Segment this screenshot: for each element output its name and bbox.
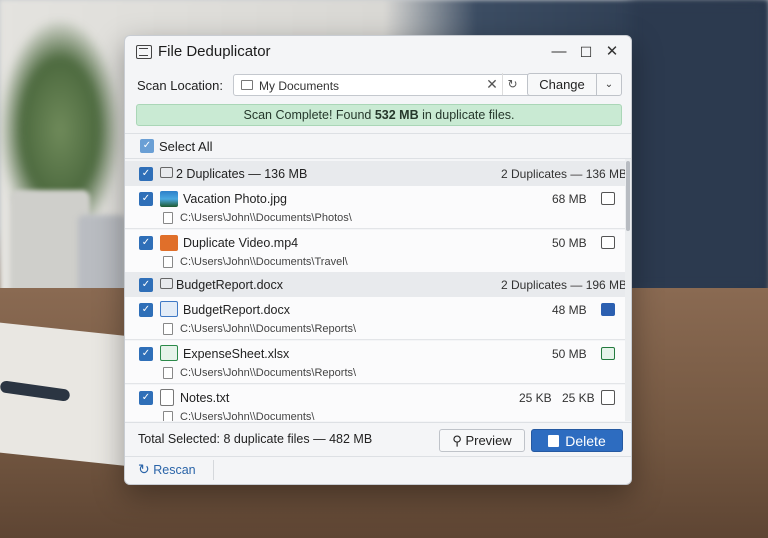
group-header[interactable]: ✓ BudgetReport.docx 2 Duplicates — 196 M… <box>125 272 625 297</box>
file-size: 48 MB <box>552 303 587 317</box>
duplicate-list[interactable]: ✓ 2 Duplicates — 136 MB 2 Duplicates — 1… <box>125 159 625 421</box>
file-size: 25 KB <box>519 391 552 405</box>
excel-icon[interactable] <box>601 347 615 360</box>
file-checkbox[interactable]: ✓ <box>139 192 153 206</box>
banner-prefix: Scan Complete! Found <box>243 108 375 122</box>
clear-path-button[interactable]: ✕ <box>482 73 502 95</box>
group-name: 2 Duplicates — 136 MB <box>176 167 308 181</box>
preview-label: Preview <box>465 433 512 448</box>
file-name: Notes.txt <box>180 391 230 405</box>
minimize-button[interactable]: — <box>548 42 570 62</box>
file-row[interactable]: ✓ Notes.txt 25 KB 25 KB C:\Users\John\\D… <box>125 385 625 421</box>
text-document-icon[interactable] <box>601 390 615 405</box>
divider <box>125 133 631 134</box>
title-bar: File Deduplicator — ☐ ✕ <box>125 36 631 68</box>
file-path: C:\Users\John\\Documents\Photos\ <box>180 212 352 224</box>
change-button[interactable]: Change <box>527 73 597 96</box>
refresh-icon: ↻ <box>138 461 150 477</box>
file-path: C:\Users\John\\Documents\ <box>180 411 315 421</box>
app-icon <box>136 45 152 59</box>
delete-label: Delete <box>565 433 606 449</box>
divider <box>213 460 214 480</box>
text-file-icon <box>160 389 174 406</box>
group-checkbox[interactable]: ✓ <box>139 278 153 292</box>
file-name: BudgetReport.docx <box>183 303 291 317</box>
divider <box>125 456 631 457</box>
list-scrollbar[interactable] <box>625 159 631 421</box>
preview-button[interactable]: ⚲ Preview <box>439 429 525 452</box>
refresh-icon[interactable]: ↻ <box>502 73 522 95</box>
file-checkbox[interactable]: ✓ <box>139 347 153 361</box>
scan-location-label: Scan Location: <box>137 78 224 93</box>
image-file-icon <box>160 191 178 207</box>
app-window: File Deduplicator — ☐ ✕ Scan Location: M… <box>124 35 632 485</box>
excel-file-icon <box>160 345 178 361</box>
path-file-icon <box>163 367 173 379</box>
file-size: 50 MB <box>552 347 587 361</box>
trash-icon <box>548 435 560 447</box>
scan-status-banner: Scan Complete! Found 532 MB in duplicate… <box>136 104 622 126</box>
delete-button[interactable]: Delete <box>531 429 623 452</box>
path-file-icon <box>163 256 173 268</box>
word-icon[interactable] <box>601 303 615 316</box>
window-title: File Deduplicator <box>158 43 271 60</box>
select-all-checkbox[interactable]: ✓ <box>140 139 154 153</box>
divider <box>125 422 631 423</box>
file-name: Vacation Photo.jpg <box>183 192 288 206</box>
rescan-button[interactable]: ↻ Rescan <box>138 461 196 478</box>
close-button[interactable]: ✕ <box>601 42 623 62</box>
path-file-icon <box>163 212 173 224</box>
file-row[interactable]: ✓ Vacation Photo.jpg 68 MB C:\Users\John… <box>125 186 625 229</box>
file-name: Duplicate Video.mp4 <box>183 236 299 250</box>
file-row[interactable]: ✓ ExpenseSheet.xlsx 50 MB C:\Users\John\… <box>125 341 625 384</box>
file-checkbox[interactable]: ✓ <box>139 236 153 250</box>
file-path: C:\Users\John\\Documents\Reports\ <box>180 367 357 379</box>
banner-suffix: in duplicate files. <box>418 108 515 122</box>
file-path: C:\Users\John\\Documents\Travel\ <box>180 256 348 268</box>
file-path: C:\Users\John\\Documents\Reports\ <box>180 323 357 335</box>
video-file-icon <box>160 235 178 251</box>
banner-amount: 532 MB <box>374 108 419 122</box>
total-selected: Total Selected: 8 duplicate files — 482 … <box>138 432 373 446</box>
footer: Total Selected: 8 duplicate files — 482 … <box>125 424 631 460</box>
background-monitor <box>630 0 768 290</box>
group-name: BudgetReport.docx <box>176 278 284 292</box>
image-preview-icon[interactable] <box>601 192 615 205</box>
group-summary: 2 Duplicates — 196 MB <box>501 278 625 292</box>
search-icon: ⚲ <box>452 433 462 448</box>
scan-location-value: My Documents <box>259 79 340 93</box>
path-file-icon <box>163 411 173 421</box>
folder-icon <box>160 167 173 178</box>
folder-icon <box>241 80 253 90</box>
file-checkbox[interactable]: ✓ <box>139 391 153 405</box>
maximize-button[interactable]: ☐ <box>575 42 597 62</box>
scrollbar-thumb[interactable] <box>626 161 630 231</box>
file-size: 50 MB <box>552 236 587 250</box>
background-cup <box>78 215 126 295</box>
file-size: 68 MB <box>552 192 587 206</box>
file-row[interactable]: ✓ Duplicate Video.mp4 50 MB C:\Users\Joh… <box>125 230 625 273</box>
folder-icon <box>160 278 173 289</box>
group-header[interactable]: ✓ 2 Duplicates — 136 MB 2 Duplicates — 1… <box>125 161 625 186</box>
file-size-secondary: 25 KB <box>562 391 595 405</box>
path-file-icon <box>163 323 173 335</box>
group-checkbox[interactable]: ✓ <box>139 167 153 181</box>
image-preview-icon[interactable] <box>601 236 615 249</box>
file-name: ExpenseSheet.xlsx <box>183 347 290 361</box>
rescan-label: Rescan <box>153 463 196 477</box>
select-all-label: Select All <box>159 139 213 154</box>
file-checkbox[interactable]: ✓ <box>139 303 153 317</box>
group-summary: 2 Duplicates — 136 MB <box>501 167 625 181</box>
change-dropdown-button[interactable]: ⌄ <box>596 73 622 96</box>
file-row[interactable]: ✓ BudgetReport.docx 48 MB C:\Users\John\… <box>125 297 625 340</box>
word-file-icon <box>160 301 178 317</box>
